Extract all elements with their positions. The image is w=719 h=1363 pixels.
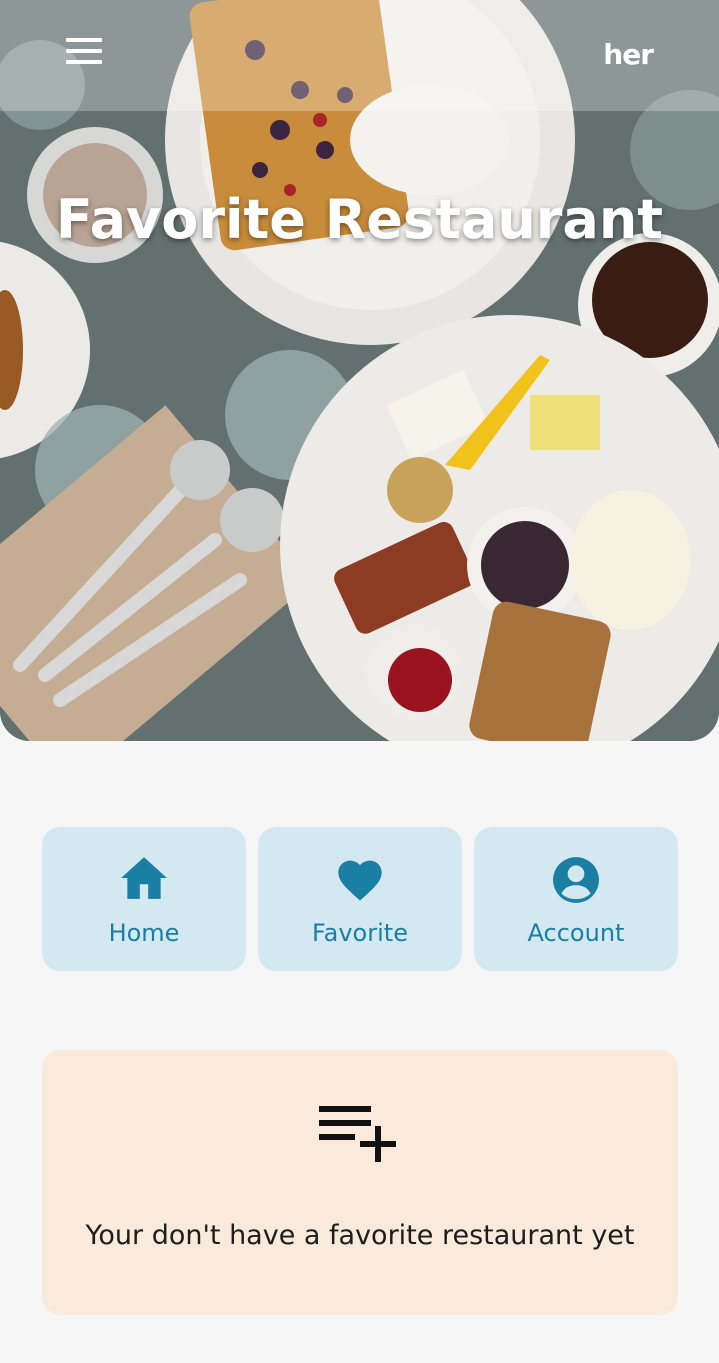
nav-tiles: Home Favorite Account <box>42 827 678 971</box>
nav-favorite-label: Favorite <box>312 919 408 947</box>
nav-home-label: Home <box>108 919 180 947</box>
page-title: Favorite Restaurant <box>55 188 664 251</box>
menu-line <box>66 60 102 64</box>
empty-favorites-card: Your don't have a favorite restaurant ye… <box>42 1050 678 1315</box>
empty-state-message: Your don't have a favorite restaurant ye… <box>85 1220 635 1251</box>
menu-line <box>66 38 102 42</box>
heart-icon <box>258 855 462 903</box>
hero-food-image <box>0 0 719 741</box>
hamburger-menu-icon[interactable] <box>62 36 106 66</box>
nav-favorite-button[interactable]: Favorite <box>258 827 462 971</box>
nav-account-label: Account <box>527 919 625 947</box>
account-circle-icon <box>474 855 678 903</box>
home-icon <box>42 855 246 903</box>
nav-account-button[interactable]: Account <box>474 827 678 971</box>
hero-banner: her Favorite Restaurant <box>0 0 719 741</box>
brand-logo: her <box>603 38 654 71</box>
playlist-add-icon <box>42 1102 678 1168</box>
nav-home-button[interactable]: Home <box>42 827 246 971</box>
menu-line <box>66 49 102 53</box>
